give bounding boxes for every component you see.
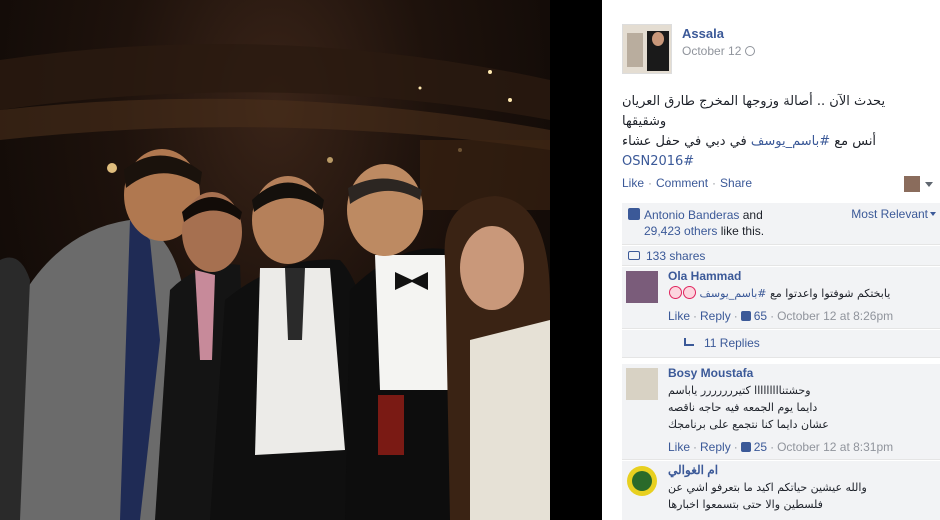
comment-like-link[interactable]: Like [668, 309, 690, 323]
photo-illustration [0, 44, 550, 520]
comment-item: Bosy Moustafa وحشتنااااااااا كتيررررررر … [622, 364, 940, 460]
liker-name-link[interactable]: Antonio Banderas [644, 208, 739, 222]
comment-reply-link[interactable]: Reply [700, 309, 731, 323]
comment-like-link[interactable]: Like [668, 440, 690, 454]
post-header: Assala October 12 [622, 24, 932, 76]
caption-line-1: يحدث الآن .. أصالة وزوجها المخرج طارق ال… [622, 94, 886, 129]
actor-selector-avatar[interactable] [904, 176, 920, 192]
caret-down-icon [930, 212, 936, 216]
thumbs-up-icon [628, 208, 640, 220]
comment-button[interactable]: Comment [656, 176, 708, 190]
photo-stage [0, 0, 602, 520]
replies-count[interactable]: 11 Replies [704, 336, 760, 350]
page-avatar[interactable] [622, 24, 672, 74]
post-caption: يحدث الآن .. أصالة وزوجها المخرج طارق ال… [622, 92, 926, 172]
caption-prefix: أنس مع [830, 134, 877, 149]
view-replies[interactable]: 11 Replies [622, 330, 940, 358]
comment-like-count[interactable]: 25 [754, 440, 767, 454]
likes-suffix: like this. [720, 224, 765, 238]
comment-text: يابختكم شوفتوا واعدتوا مع #باسم_يوسف [668, 285, 934, 302]
post-date[interactable]: October 12 [682, 44, 741, 58]
comment-item: ام الغوالي والله عيشين حياتكم اكيد ما بت… [622, 461, 940, 520]
comment-text: والله عيشين حياتكم اكيد ما بتعرفو اشي عن… [668, 479, 934, 513]
heart-icon [683, 286, 696, 299]
separator: · [648, 176, 653, 190]
likes-text: Antonio Banderas and 29,423 others like … [644, 207, 844, 239]
comment-prefix: يابختكم شوفتوا واعدتوا مع [766, 287, 891, 300]
comment-meta: Like · Reply · 25 · October 12 at 8:31pm [668, 440, 894, 454]
comment-text: وحشتنااااااااا كتيررررررر ياباسم دايما ي… [668, 382, 934, 433]
caption-line-2: أنس مع #باسم_يوسف في دبي في حفل عشاء [622, 132, 926, 152]
post-author[interactable]: Assala [682, 26, 724, 41]
likes-summary: Antonio Banderas and 29,423 others like … [622, 203, 940, 245]
commenter-avatar[interactable] [626, 271, 658, 303]
caption-suffix: في دبي في حفل عشاء [622, 134, 751, 149]
thumbs-up-icon [740, 311, 751, 321]
comment-like-count[interactable]: 65 [754, 309, 767, 323]
share-button[interactable]: Share [720, 176, 752, 190]
post-side-panel: Assala October 12 يحدث الآن .. أصالة وزو… [602, 0, 940, 520]
chevron-down-icon[interactable] [925, 182, 933, 187]
commenter-name[interactable]: ام الغوالي [668, 463, 718, 477]
comment-sort-dropdown[interactable]: Most Relevant [851, 207, 936, 221]
likers-others-link[interactable]: 29,423 others [644, 224, 717, 238]
comment-time[interactable]: October 12 at 8:31pm [777, 440, 893, 454]
post-actions: Like · Comment · Share [622, 176, 752, 190]
like-button[interactable]: Like [622, 176, 644, 190]
share-icon [628, 251, 640, 260]
comment-time[interactable]: October 12 at 8:26pm [777, 309, 893, 323]
commenter-avatar[interactable] [626, 465, 658, 497]
thumbs-up-icon [740, 442, 751, 452]
comment-line: فلسطين والا حتى بتسمعوا اخبارها [668, 498, 823, 511]
comment-line: دايما يوم الجمعه فيه حاجه ناقصه [668, 401, 818, 414]
page-avatar-image [623, 25, 671, 73]
likes-and: and [742, 208, 763, 222]
post-photo[interactable] [0, 0, 550, 520]
hashtag-osn-link[interactable]: OSN2016# [622, 154, 694, 169]
hashtag-link[interactable]: #باسم_يوسف [700, 287, 767, 300]
comment-item: Ola Hammad يابختكم شوفتوا واعدتوا مع #با… [622, 267, 940, 329]
commenter-name[interactable]: Ola Hammad [668, 269, 741, 283]
reply-arrow-icon [684, 338, 694, 346]
commenter-avatar[interactable] [626, 368, 658, 400]
comment-sort-label: Most Relevant [851, 207, 928, 221]
caption-line-3: OSN2016# [622, 152, 926, 172]
commenter-name[interactable]: Bosy Moustafa [668, 366, 753, 380]
comment-line: وحشتنااااااااا كتيررررررر ياباسم [668, 384, 811, 397]
shares-count[interactable]: 133 shares [646, 249, 705, 263]
globe-icon [745, 46, 756, 56]
shares-summary[interactable]: 133 shares [622, 246, 940, 266]
comment-meta: Like · Reply · 65 · October 12 at 8:26pm [668, 309, 894, 323]
separator: · [712, 176, 717, 190]
comment-line: والله عيشين حياتكم اكيد ما بتعرفو اشي عن [668, 481, 867, 494]
comment-reply-link[interactable]: Reply [700, 440, 731, 454]
comment-line: عشان دايما كنا نتجمع على برنامجك [668, 418, 829, 431]
post-meta: October 12 [682, 44, 756, 58]
commenter-avatar-image [627, 466, 657, 496]
hashtag-link[interactable]: #باسم_يوسف [751, 134, 830, 149]
heart-icon [669, 286, 682, 299]
